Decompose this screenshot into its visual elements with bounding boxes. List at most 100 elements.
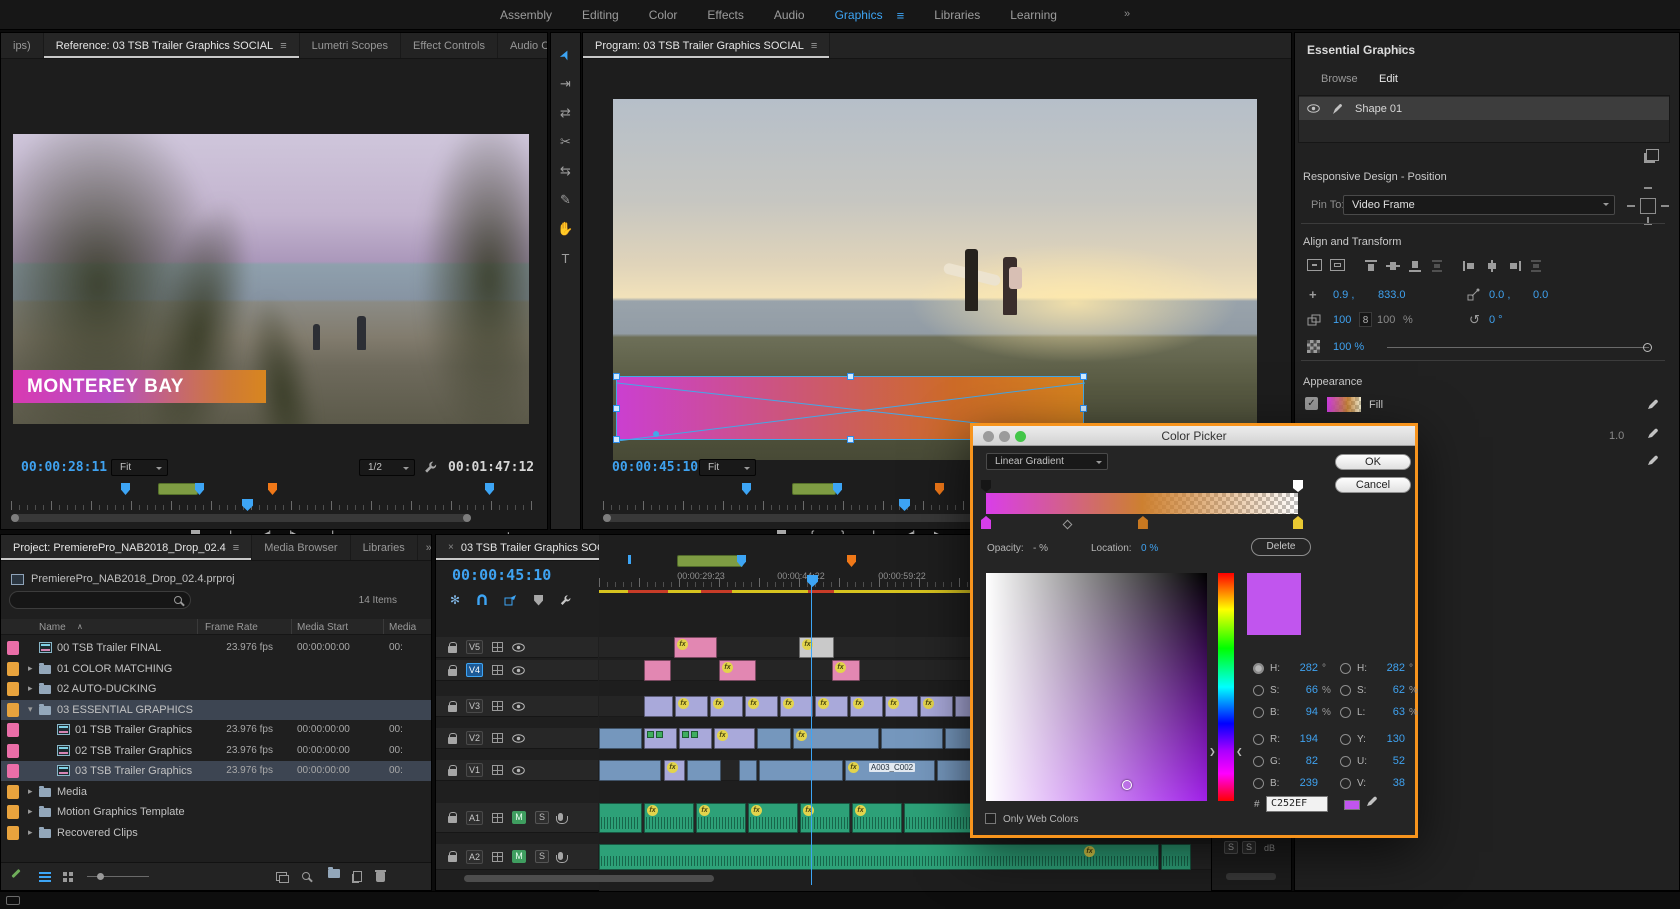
- scale-link-toggle[interactable]: 8: [1359, 312, 1372, 327]
- workspace-tab-graphics[interactable]: Graphics: [835, 8, 883, 22]
- distribute-h-button[interactable]: [1528, 259, 1544, 273]
- new-bin-icon[interactable]: [328, 869, 340, 878]
- align-hcenter-button[interactable]: [1484, 259, 1500, 273]
- timeline-clip[interactable]: [881, 728, 943, 749]
- handle-top-center[interactable]: [847, 373, 854, 380]
- gradient-ramp[interactable]: [986, 493, 1298, 514]
- hsb-value[interactable]: 282: [1286, 662, 1318, 674]
- hsb-radio-g-82[interactable]: [1253, 756, 1264, 767]
- track-header-a2[interactable]: A2MS: [436, 844, 598, 870]
- workspace-tab-learning[interactable]: Learning: [1010, 8, 1057, 22]
- ok-button[interactable]: OK: [1335, 454, 1411, 470]
- hsl-value[interactable]: 130: [1373, 733, 1405, 745]
- hsb-value[interactable]: 239: [1286, 777, 1318, 789]
- tab-project-premierepro-nab2018-drop-02-4[interactable]: Project: PremierePro_NAB2018_Drop_02.4≡: [1, 535, 252, 560]
- project-row-02-auto-ducking[interactable]: ▸02 AUTO-DUCKING: [1, 679, 431, 699]
- meters-scrollbar[interactable]: [1226, 873, 1276, 880]
- timeline-clip[interactable]: [679, 728, 712, 749]
- track-header-a1[interactable]: A1MS: [436, 803, 598, 833]
- track-header-v3[interactable]: V3: [436, 696, 598, 717]
- hsl-value[interactable]: 282: [1373, 662, 1405, 674]
- track-header-v5[interactable]: V5: [436, 637, 598, 658]
- disclosure-icon[interactable]: ▾: [28, 704, 33, 715]
- timeline-clip[interactable]: [757, 728, 791, 749]
- position-x-value[interactable]: 0.9 ,: [1333, 289, 1354, 301]
- hsb-value[interactable]: 194: [1286, 733, 1318, 745]
- timeline-clip[interactable]: fx: [714, 728, 755, 749]
- hsl-radio-y-130[interactable]: [1340, 734, 1351, 745]
- work-area-bar[interactable]: [677, 555, 743, 567]
- location-value[interactable]: 0 %: [1141, 543, 1158, 554]
- handle-top-right[interactable]: [1080, 373, 1087, 380]
- pin-to-select[interactable]: Video Frame: [1343, 195, 1615, 215]
- panel-menu-icon[interactable]: ≡: [280, 40, 286, 52]
- panel-menu-icon[interactable]: ≡: [1397, 43, 1404, 57]
- zoom-window-icon[interactable]: [1015, 431, 1026, 442]
- linked-selection-icon[interactable]: [504, 594, 518, 606]
- column-name[interactable]: Name: [39, 622, 66, 633]
- timeline-clip[interactable]: fx: [675, 696, 708, 717]
- timeline-settings-wrench-icon[interactable]: [559, 594, 572, 607]
- hsb-radio-s-66[interactable]: [1253, 685, 1264, 696]
- handle-mid-left[interactable]: [613, 405, 620, 412]
- timeline-clip[interactable]: [945, 728, 971, 749]
- align-to-frame-v-button[interactable]: [1330, 259, 1345, 271]
- workspace-tab-assembly[interactable]: Assembly: [500, 8, 552, 22]
- automate-to-sequence-icon[interactable]: [276, 872, 287, 881]
- track-sync-icon[interactable]: [492, 852, 503, 862]
- minimize-window-icon[interactable]: [999, 431, 1010, 442]
- eye-icon[interactable]: [1307, 104, 1320, 113]
- tab-audio-cli[interactable]: Audio Cli: [498, 33, 547, 58]
- timeline-clip[interactable]: fx: [793, 728, 879, 749]
- fill-checkbox[interactable]: ✓: [1305, 397, 1318, 410]
- source-settings-wrench-icon[interactable]: [423, 460, 438, 475]
- project-row-03-tsb-trailer-graphics[interactable]: 03 TSB Trailer Graphics23.976 fps00:00:0…: [1, 761, 431, 781]
- search-input[interactable]: [9, 591, 191, 609]
- timeline-clip[interactable]: [599, 728, 642, 749]
- tab-program[interactable]: Program: 03 TSB Trailer Graphics SOCIAL …: [583, 33, 830, 58]
- track-sync-icon[interactable]: [492, 733, 503, 743]
- timeline-clip[interactable]: [687, 760, 721, 781]
- tab-effect-controls[interactable]: Effect Controls: [401, 33, 498, 58]
- add-marker-icon[interactable]: [534, 595, 543, 606]
- align-right-button[interactable]: [1506, 259, 1522, 273]
- distribute-v-button[interactable]: [1429, 259, 1445, 273]
- timeline-clip[interactable]: fx: [799, 637, 834, 658]
- workspace-tab-color[interactable]: Color: [649, 8, 678, 22]
- marker-icon[interactable]: [121, 483, 130, 495]
- track-eye-icon[interactable]: [512, 734, 525, 743]
- icon-view-icon[interactable]: [63, 872, 67, 876]
- track-sync-icon[interactable]: [492, 665, 503, 675]
- track-solo-button[interactable]: S: [535, 850, 549, 863]
- project-row-motion-graphics-template[interactable]: ▸Motion Graphics Template: [1, 802, 431, 822]
- gradient-midpoint-icon[interactable]: [1063, 520, 1073, 530]
- project-row-media[interactable]: ▸Media: [1, 782, 431, 802]
- track-lock-icon[interactable]: [448, 705, 457, 712]
- solo-button[interactable]: S: [1224, 841, 1238, 854]
- marker-icon[interactable]: [485, 483, 494, 495]
- track-lock-icon[interactable]: [448, 769, 457, 776]
- timeline-clip[interactable]: fx: [780, 696, 813, 717]
- timeline-clip[interactable]: fx: [710, 696, 743, 717]
- solo-button[interactable]: S: [1242, 841, 1256, 854]
- selection-tool[interactable]: ➤: [556, 47, 575, 64]
- hsb-radio-b-94[interactable]: [1253, 707, 1264, 718]
- tab-lumetri-scopes[interactable]: Lumetri Scopes: [300, 33, 401, 58]
- timeline-clip[interactable]: [759, 760, 843, 781]
- timeline-clip[interactable]: [644, 660, 671, 681]
- timeline-clip[interactable]: [644, 728, 677, 749]
- tab-browse[interactable]: Browse: [1321, 73, 1358, 85]
- hsb-value[interactable]: 66: [1286, 684, 1318, 696]
- handle-top-left[interactable]: [613, 373, 620, 380]
- new-item-icon[interactable]: [353, 871, 362, 882]
- work-area-bar[interactable]: [158, 483, 198, 495]
- position-y-value[interactable]: 833.0: [1378, 289, 1406, 301]
- close-window-icon[interactable]: [983, 431, 994, 442]
- track-name-badge[interactable]: V2: [466, 731, 483, 745]
- hsl-radio-v-38[interactable]: [1340, 778, 1351, 789]
- hue-arrow-left[interactable]: ❯: [1209, 747, 1216, 756]
- column-media[interactable]: Media: [389, 622, 416, 633]
- disclosure-icon[interactable]: ▸: [28, 663, 33, 674]
- handle-bottom-center[interactable]: [847, 436, 854, 443]
- hsl-value[interactable]: 52: [1373, 755, 1405, 767]
